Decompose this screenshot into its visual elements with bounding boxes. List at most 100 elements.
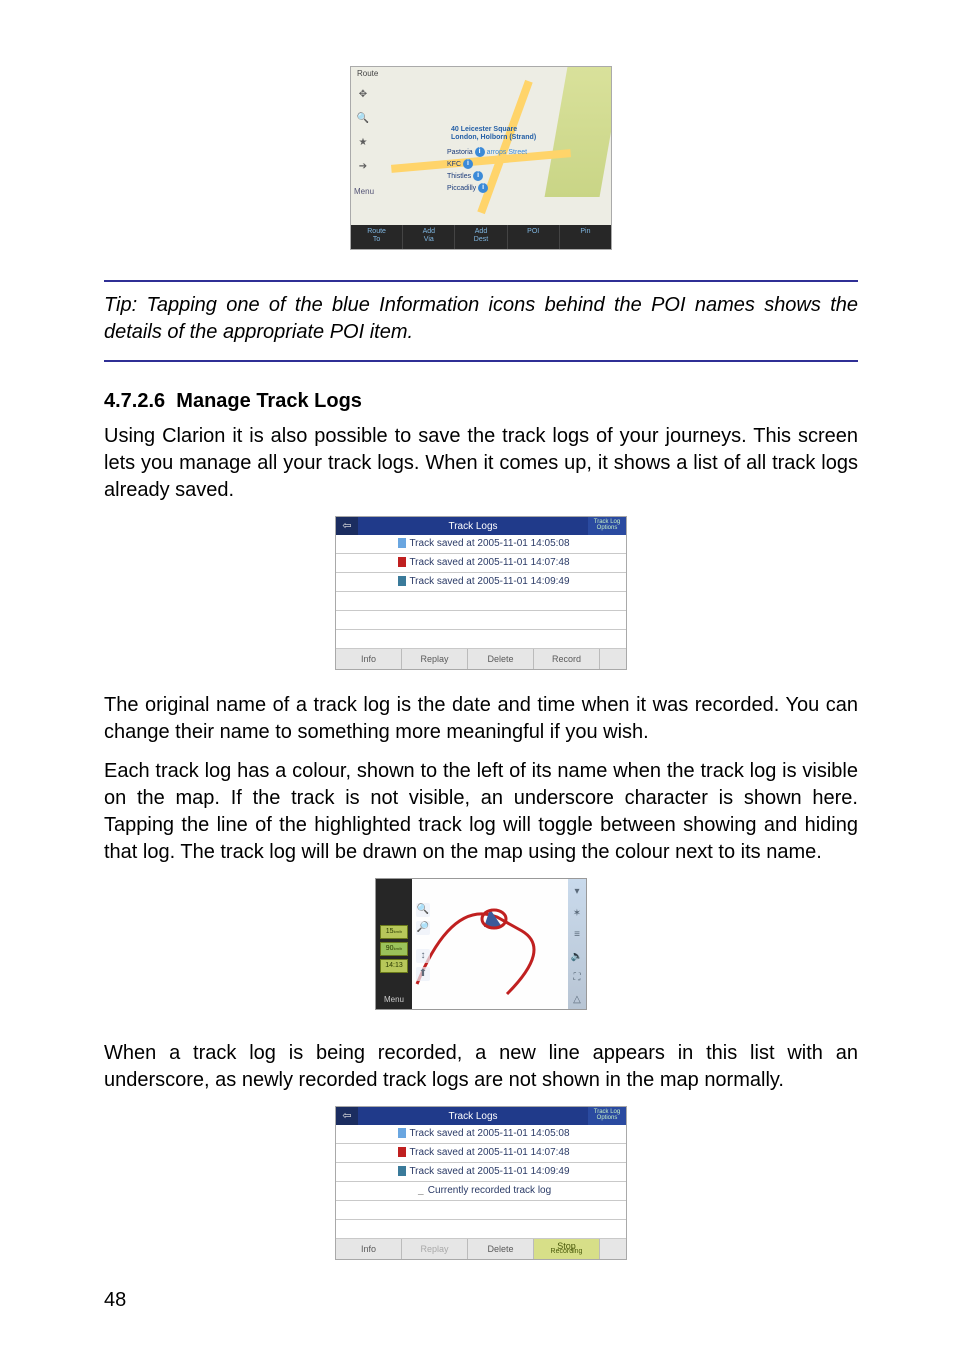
speed-stat: 15km/h — [380, 925, 408, 939]
replay-button[interactable]: Replay — [402, 1239, 468, 1259]
tracklog-row[interactable]: Track saved at 2005-11-01 14:09:49 — [336, 1163, 626, 1182]
stop-recording-button[interactable]: StopRecording — [534, 1239, 600, 1259]
tracklog-label: Track saved at 2005-11-01 14:07:48 — [409, 1147, 569, 1158]
paragraph-4: When a track log is being recorded, a ne… — [104, 1040, 858, 1094]
paragraph-2: The original name of a track log is the … — [104, 692, 858, 746]
color-swatch — [398, 1166, 406, 1176]
tracklog-row-recording[interactable]: _Currently recorded track log — [336, 1182, 626, 1201]
replay-button[interactable]: Replay — [402, 649, 468, 669]
map-screenshot: Route ✥ 🔍 ★ ➔ 40 Leicester Square London… — [350, 66, 612, 250]
underscore-marker: _ — [417, 1182, 425, 1200]
delete-button[interactable]: Delete — [468, 1239, 534, 1259]
tracklog-label: Currently recorded track log — [428, 1185, 551, 1196]
lock-icon[interactable]: ⛶ — [574, 971, 581, 985]
page-number: 48 — [104, 1287, 126, 1314]
zoom-in-icon[interactable]: 🔍 — [416, 903, 430, 917]
tracklog-row[interactable]: Track saved at 2005-11-01 14:07:48 — [336, 1144, 626, 1163]
tracklog-row[interactable]: Track saved at 2005-11-01 14:07:48 — [336, 554, 626, 573]
color-swatch — [398, 1147, 406, 1157]
info-icon: i — [473, 171, 483, 181]
back-icon[interactable]: ⇦ — [336, 517, 358, 535]
section-title: Manage Track Logs — [176, 390, 362, 412]
map-btn-add-via[interactable]: AddVia — [403, 225, 455, 249]
tracklog-label: Track saved at 2005-11-01 14:05:08 — [409, 538, 569, 549]
tracklog-row[interactable]: Track saved at 2005-11-01 14:05:08 — [336, 1125, 626, 1144]
color-swatch — [398, 557, 406, 567]
map-top-label: Route — [351, 67, 384, 82]
section-number: 4.7.2.6 — [104, 390, 165, 412]
up-icon[interactable]: ⬆ — [416, 967, 430, 981]
map-poi-icon: ★ — [355, 135, 371, 151]
map-tracklog-figure: 15km/h 90km/h 14:13 Menu 🔍 🔎 ↕ ⬆ ▾ ✶ ≡ — [104, 878, 858, 1018]
tracklog-label: Track saved at 2005-11-01 14:09:49 — [409, 1166, 569, 1177]
tracklogs-title: Track Logs — [358, 517, 588, 535]
tracklog-row-empty: . — [336, 1220, 626, 1239]
tracklogs-list-figure-2: ⇦ Track Logs Track Log Options Track sav… — [104, 1106, 858, 1260]
poi-label: Thistles — [447, 173, 471, 180]
tracklog-label: Track saved at 2005-11-01 14:05:08 — [409, 1128, 569, 1139]
poi-row-3: Piccadilly i — [447, 183, 488, 193]
paragraph-1: Using Clarion it is also possible to sav… — [104, 423, 858, 504]
map-menu-label: Menu — [354, 187, 374, 198]
info-button[interactable]: Info — [336, 1239, 402, 1259]
tracklog-row-empty: . — [336, 592, 626, 611]
poi-row-1: KFC i — [447, 159, 473, 169]
tracklogs-title: Track Logs — [358, 1107, 588, 1125]
paragraph-3: Each track log has a colour, shown to th… — [104, 758, 858, 866]
map-zoom-icon: 🔍 — [355, 111, 371, 127]
alt-speed-stat: 90km/h — [380, 942, 408, 956]
tracklogs-list-figure-1: ⇦ Track Logs Track Log Options Track sav… — [104, 516, 858, 670]
tip-box: Tip: Tapping one of the blue Information… — [104, 280, 858, 362]
back-icon[interactable]: ⇦ — [336, 1107, 358, 1125]
record-button[interactable]: Record — [534, 649, 600, 669]
map-btn-pin[interactable]: Pin — [560, 225, 611, 249]
info-icon: i — [475, 147, 485, 157]
tracklog-options-button[interactable]: Track Log Options — [588, 517, 626, 535]
scroll-icon[interactable]: ↕ — [416, 949, 430, 963]
color-swatch — [398, 576, 406, 586]
map-route-icon: ➔ — [355, 159, 371, 175]
info-button[interactable]: Info — [336, 649, 402, 669]
poi-label: KFC — [447, 161, 461, 168]
filter-icon[interactable]: ▾ — [574, 885, 579, 899]
compass-icon[interactable]: △ — [573, 993, 581, 1007]
color-swatch — [398, 1128, 406, 1138]
map-menu-button[interactable]: Menu — [376, 995, 412, 1006]
layers-icon[interactable]: ≡ — [574, 928, 580, 942]
color-swatch — [398, 538, 406, 548]
map-btn-add-dest[interactable]: AddDest — [455, 225, 507, 249]
map-btn-route-to[interactable]: RouteTo — [351, 225, 403, 249]
delete-button[interactable]: Delete — [468, 649, 534, 669]
sound-icon[interactable]: 🔈 — [571, 950, 583, 964]
poi-label: Piccadilly — [447, 185, 476, 192]
tracklog-options-button[interactable]: Track Log Options — [588, 1107, 626, 1125]
tracklog-row[interactable]: Track saved at 2005-11-01 14:05:08 — [336, 535, 626, 554]
tracklog-row[interactable]: Track saved at 2005-11-01 14:09:49 — [336, 573, 626, 592]
tracklog-row-empty: . — [336, 611, 626, 630]
tool-icon[interactable]: ✶ — [573, 907, 581, 921]
tracklog-label: Track saved at 2005-11-01 14:09:49 — [409, 576, 569, 587]
tracklogs-list-1: ⇦ Track Logs Track Log Options Track sav… — [335, 516, 627, 670]
info-icon: i — [463, 159, 473, 169]
poi-row-2: Thistles i — [447, 171, 483, 181]
info-icon: i — [478, 183, 488, 193]
street-hint: arrops Street — [487, 149, 527, 156]
time-stat: 14:13 — [380, 959, 408, 973]
tracklog-label: Track saved at 2005-11-01 14:07:48 — [409, 557, 569, 568]
section-heading: 4.7.2.6 Manage Track Logs — [104, 388, 858, 415]
tracklog-row-empty: . — [336, 1201, 626, 1220]
tracklogs-list-2: ⇦ Track Logs Track Log Options Track sav… — [335, 1106, 627, 1260]
poi-label: Pastoria — [447, 149, 473, 156]
zoom-out-icon[interactable]: 🔎 — [416, 921, 430, 935]
map-bottom-toolbar: RouteTo AddVia AddDest POI Pin — [351, 225, 611, 249]
map-center-label-2: London, Holborn (Strand) — [451, 133, 536, 142]
tip-text: Tip: Tapping one of the blue Information… — [104, 294, 858, 343]
map-btn-poi[interactable]: POI — [508, 225, 560, 249]
tracklog-row-empty: . — [336, 630, 626, 649]
poi-row-0: Pastoria i arrops Street — [447, 147, 527, 157]
map-side-icon: ✥ — [355, 87, 371, 103]
map-screenshot-figure: Route ✥ 🔍 ★ ➔ 40 Leicester Square London… — [104, 66, 858, 258]
more-button[interactable] — [600, 1239, 626, 1259]
map-tracklog-view: 15km/h 90km/h 14:13 Menu 🔍 🔎 ↕ ⬆ ▾ ✶ ≡ — [375, 878, 587, 1010]
more-button[interactable] — [600, 649, 626, 669]
